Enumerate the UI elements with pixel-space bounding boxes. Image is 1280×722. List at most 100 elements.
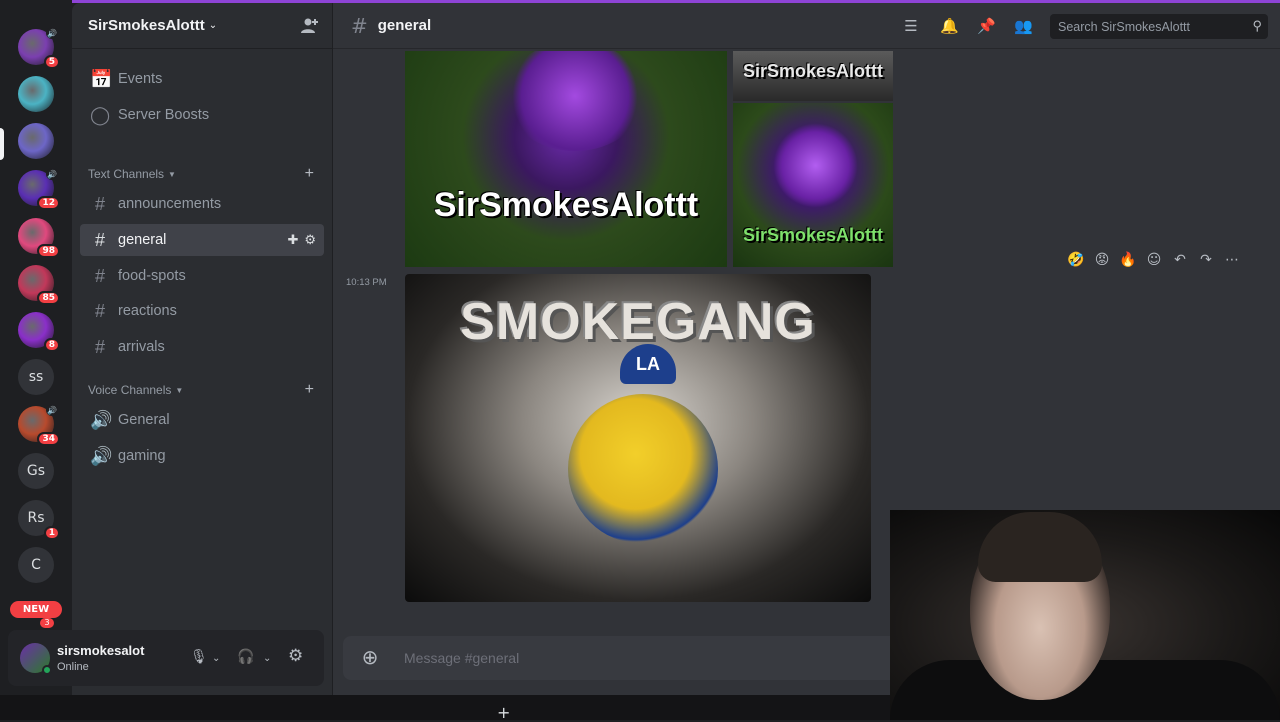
channel-reactions[interactable]: # reactions bbox=[80, 295, 324, 327]
category-text-channels[interactable]: Text Channels ▼ + bbox=[88, 164, 324, 184]
fire-emoji-reaction[interactable]: 🔥 bbox=[1118, 250, 1138, 270]
add-reaction-icon[interactable]: ☺ bbox=[1144, 250, 1164, 270]
speaker-icon: 🔊 bbox=[90, 409, 113, 430]
create-channel-plus-icon[interactable]: + bbox=[305, 381, 314, 399]
server-icon[interactable]: 85 bbox=[18, 265, 60, 305]
gear-icon[interactable]: ⚙ bbox=[304, 232, 316, 248]
username[interactable]: sirsmokesalot bbox=[57, 643, 144, 658]
unread-count-badge: 85 bbox=[37, 291, 60, 305]
hash-icon: # bbox=[94, 229, 105, 250]
sidebar-item-label: Events bbox=[118, 71, 163, 87]
invite-people-icon[interactable] bbox=[300, 16, 320, 36]
server-icon[interactable] bbox=[18, 123, 54, 159]
category-label: Text Channels bbox=[88, 167, 165, 181]
channel-header: # general ☰ 🔔 📌 👥 Search SirSmokesAlottt… bbox=[333, 3, 1280, 49]
channel-label: reactions bbox=[118, 303, 177, 319]
server-name: SirSmokesAlottt bbox=[88, 17, 205, 34]
unread-count-badge: 8 bbox=[43, 338, 60, 352]
server-icon[interactable]: Gs bbox=[18, 453, 54, 489]
channel-food-spots[interactable]: # food-spots bbox=[80, 260, 324, 292]
server-icon[interactable]: 🔊 12 bbox=[18, 168, 60, 210]
server-rail: 🔊 5 🔊 12 98 85 8 ss 🔊 34 Gs Rs 1 C NEW 3 bbox=[0, 0, 72, 720]
chevron-down-icon: ▼ bbox=[168, 169, 176, 179]
voice-channel-gaming[interactable]: 🔊 gaming bbox=[80, 440, 324, 472]
chevron-down-icon[interactable]: ⌄ bbox=[263, 653, 271, 664]
sidebar-item-server-boosts[interactable]: ◯ Server Boosts bbox=[80, 99, 324, 131]
channel-label: announcements bbox=[118, 196, 222, 212]
channel-general[interactable]: # general ✚ ⚙ bbox=[80, 224, 324, 256]
attachment-image[interactable]: SMOKEGANG LA bbox=[405, 274, 871, 602]
taskbar-strip: + bbox=[0, 695, 890, 722]
laughing-emoji-reaction[interactable]: 🤣 bbox=[1066, 250, 1086, 270]
boost-icon: ◯ bbox=[90, 104, 111, 125]
new-badge[interactable]: NEW bbox=[10, 601, 62, 618]
server-initials: Gs bbox=[18, 453, 54, 489]
plus-icon[interactable]: + bbox=[497, 703, 510, 722]
message-input[interactable]: Message #general bbox=[404, 650, 519, 666]
hash-icon: # bbox=[94, 336, 105, 357]
user-panel: sirsmokesalot Online 🎙 ⌄ 🎧 ⌄ ⚙ bbox=[8, 630, 324, 686]
server-icon[interactable] bbox=[18, 76, 54, 112]
channel-arrivals[interactable]: # arrivals bbox=[80, 331, 324, 363]
chevron-down-icon: ⌄ bbox=[208, 20, 218, 31]
bell-icon[interactable]: 🔔 bbox=[940, 17, 959, 35]
server-icon[interactable]: C bbox=[18, 547, 54, 583]
invite-member-icon[interactable]: ✚ bbox=[287, 232, 298, 248]
hash-icon: # bbox=[94, 193, 105, 214]
search-placeholder: Search SirSmokesAlottt bbox=[1058, 19, 1190, 34]
attachment-image[interactable]: SirSmokesAlottt bbox=[405, 51, 727, 267]
voice-channel-general[interactable]: 🔊 General bbox=[80, 404, 324, 436]
server-unread-badge: 3 bbox=[40, 618, 54, 628]
server-icon[interactable]: ss bbox=[18, 359, 54, 395]
speaker-icon: 🔊 bbox=[46, 168, 58, 180]
angry-emoji-reaction[interactable]: 😡 bbox=[1092, 250, 1112, 270]
server-icon[interactable]: 🔊 34 bbox=[18, 404, 60, 446]
chevron-down-icon: ▼ bbox=[175, 385, 184, 395]
message-timestamp: 10:13 PM bbox=[346, 277, 387, 288]
sidebar-item-label: Server Boosts bbox=[118, 107, 210, 123]
channel-announcements[interactable]: # announcements bbox=[80, 188, 324, 220]
headphones-icon[interactable]: 🎧 bbox=[237, 649, 254, 665]
channel-sidebar: SirSmokesAlottt ⌄ 📅 Events ◯ Server Boos… bbox=[72, 3, 332, 695]
image-caption: SirSmokesAlottt bbox=[742, 61, 884, 81]
forward-icon[interactable]: ↷ bbox=[1196, 250, 1216, 270]
unread-count-badge: 5 bbox=[43, 55, 60, 69]
create-channel-plus-icon[interactable]: + bbox=[305, 165, 314, 183]
sidebar-item-events[interactable]: 📅 Events bbox=[80, 63, 324, 95]
more-options-icon[interactable]: ⋯ bbox=[1222, 250, 1242, 270]
hash-icon: # bbox=[351, 13, 368, 38]
microphone-icon[interactable]: 🎙 bbox=[190, 649, 208, 665]
chevron-down-icon[interactable]: ⌄ bbox=[212, 653, 220, 664]
webcam-person-hair bbox=[978, 512, 1102, 582]
server-header[interactable]: SirSmokesAlottt ⌄ bbox=[72, 3, 332, 49]
channel-label: food-spots bbox=[118, 268, 186, 284]
pin-icon[interactable]: 📌 bbox=[977, 17, 996, 35]
image-caption: SMOKEGANG bbox=[460, 293, 816, 351]
server-icon[interactable]: 98 bbox=[18, 218, 60, 258]
online-status-dot bbox=[42, 665, 52, 675]
attach-plus-icon[interactable]: ⊕ bbox=[359, 646, 381, 668]
speaker-icon: 🔊 bbox=[46, 27, 58, 39]
attachment-image[interactable]: SirSmokesAlottt bbox=[733, 103, 893, 267]
gear-icon[interactable]: ⚙ bbox=[288, 646, 303, 666]
member-list-icon[interactable]: 👥 bbox=[1014, 17, 1033, 35]
server-avatar bbox=[18, 123, 54, 159]
server-icon[interactable]: Rs 1 bbox=[18, 500, 60, 540]
devil-illustration bbox=[505, 51, 645, 151]
category-voice-channels[interactable]: Voice Channels ▼ + bbox=[88, 380, 324, 400]
unread-count-badge: 1 bbox=[43, 526, 60, 540]
unread-count-badge: 34 bbox=[37, 432, 60, 446]
calendar-icon: 📅 bbox=[90, 68, 113, 89]
reply-icon[interactable]: ↶ bbox=[1170, 250, 1190, 270]
attachment-image[interactable]: SirSmokesAlottt bbox=[733, 51, 893, 101]
channel-label: general bbox=[118, 232, 167, 248]
server-icon[interactable]: 8 bbox=[18, 312, 60, 352]
speaker-icon: 🔊 bbox=[90, 445, 113, 466]
server-icon[interactable]: 🔊 5 bbox=[18, 27, 60, 69]
devil-illustration bbox=[773, 123, 858, 208]
search-input[interactable]: Search SirSmokesAlottt ⚲ bbox=[1050, 14, 1268, 39]
channel-label: gaming bbox=[118, 448, 166, 464]
threads-icon[interactable]: ☰ bbox=[902, 17, 920, 35]
server-initials: C bbox=[18, 547, 54, 583]
server-initials: ss bbox=[18, 359, 54, 395]
